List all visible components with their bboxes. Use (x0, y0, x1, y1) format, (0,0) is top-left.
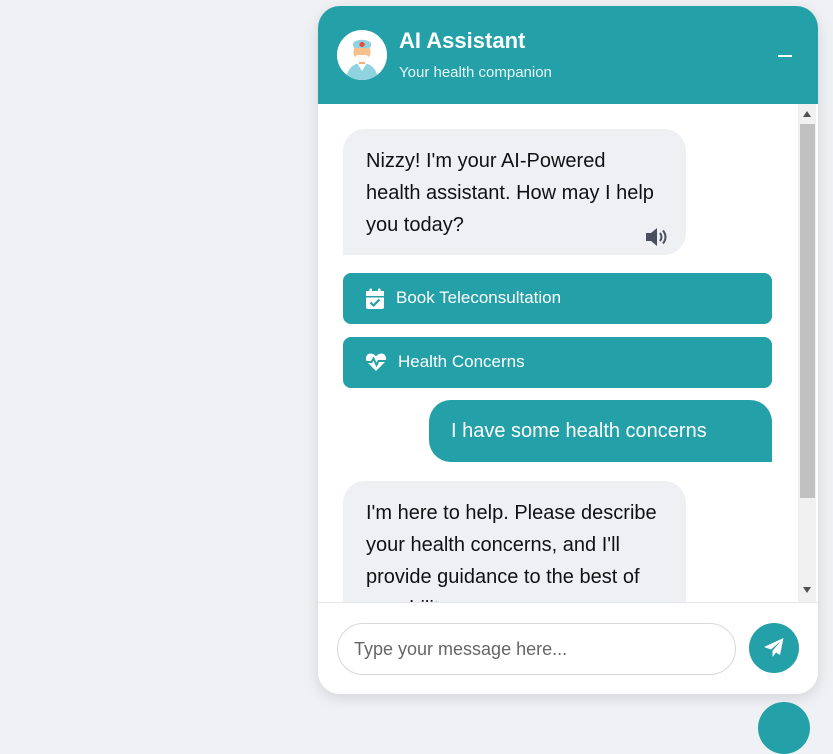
chat-widget: AI Assistant Your health companion Nizzy… (318, 6, 818, 694)
bot-message-text: Nizzy! I'm your AI-Powered health assist… (366, 150, 654, 236)
heart-pulse-icon (365, 352, 387, 374)
chat-subtitle: Your health companion (399, 64, 552, 81)
user-message: I have some health concerns (429, 400, 772, 462)
scroll-thumb[interactable] (800, 124, 815, 498)
message-list[interactable]: Nizzy! I'm your AI-Powered health assist… (318, 104, 818, 602)
composer (318, 602, 818, 694)
bot-message: I'm here to help. Please describe your h… (343, 481, 686, 602)
message-input[interactable] (337, 623, 736, 675)
book-teleconsultation-button[interactable]: Book Teleconsultation (343, 273, 772, 324)
doctor-avatar-icon (337, 30, 387, 80)
health-concerns-button[interactable]: Health Concerns (343, 337, 772, 388)
health-concerns-label: Health Concerns (398, 352, 525, 371)
bot-message-text: I'm here to help. Please describe your h… (366, 502, 657, 602)
book-teleconsultation-label: Book Teleconsultation (396, 288, 562, 307)
minimize-icon[interactable] (778, 50, 794, 64)
message-scrollbar[interactable] (798, 104, 816, 602)
chat-header: AI Assistant Your health companion (318, 6, 818, 104)
scroll-up-arrow-icon[interactable] (803, 111, 811, 117)
chat-title: AI Assistant (399, 28, 526, 53)
speaker-icon[interactable] (644, 226, 672, 248)
calendar-check-icon (365, 288, 387, 310)
send-button[interactable] (749, 623, 799, 673)
user-message-text: I have some health concerns (451, 420, 707, 442)
chat-launcher-button[interactable] (758, 702, 810, 754)
scroll-down-arrow-icon[interactable] (803, 587, 811, 593)
bot-message: Nizzy! I'm your AI-Powered health assist… (343, 129, 686, 255)
